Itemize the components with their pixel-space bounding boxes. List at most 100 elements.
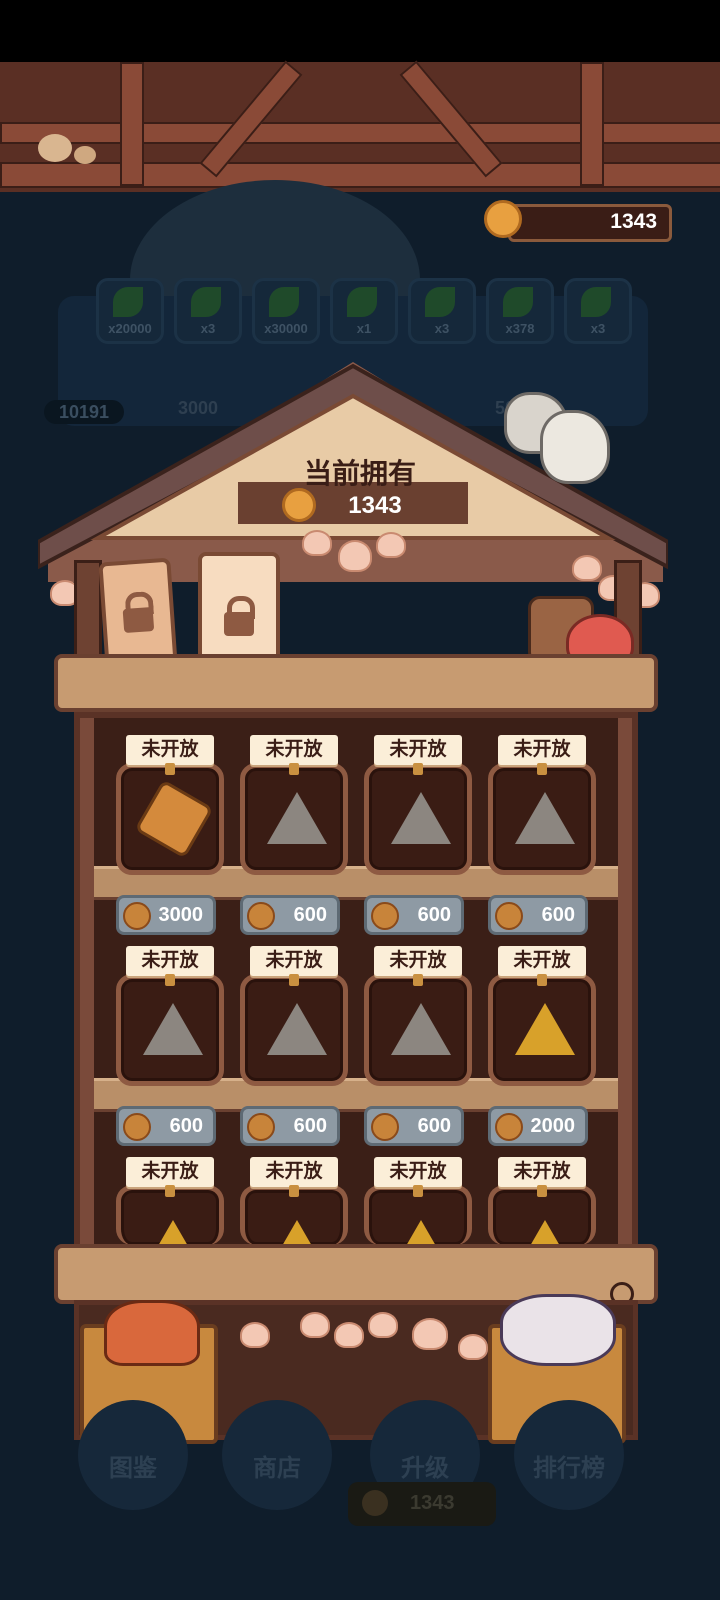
reward-amount: x378: [505, 321, 535, 336]
tag-pin: [413, 974, 423, 986]
shop-item-slot[interactable]: [116, 763, 224, 875]
shop-item-slot[interactable]: [488, 974, 596, 1086]
flower-stone-icon: [267, 1003, 327, 1055]
reward-slot: x3: [408, 278, 476, 344]
reward-slot: x30000: [252, 278, 320, 344]
fish-coin-icon: [371, 902, 399, 930]
tag-pin: [165, 1185, 175, 1197]
price-button[interactable]: 2000: [488, 1106, 588, 1146]
coin-balance-value: 1343: [610, 210, 657, 233]
shop-item-slot[interactable]: [240, 763, 348, 875]
tag-pin: [165, 974, 175, 986]
reward-amount: x3: [200, 321, 216, 336]
price-value: 600: [293, 1115, 327, 1137]
status-tag: 未开放: [498, 946, 586, 976]
fish-coin-icon: [362, 1490, 388, 1516]
leaf-stone-icon: [391, 792, 451, 844]
shell-decoration: [334, 1322, 364, 1348]
tag-pin: [537, 763, 547, 775]
shop-item-slot[interactable]: [240, 974, 348, 1086]
price-button[interactable]: 600: [364, 895, 464, 935]
nav-collection-button[interactable]: 图鉴: [78, 1400, 188, 1510]
tag-pin: [165, 763, 175, 775]
price-button[interactable]: 600: [116, 1106, 216, 1146]
starfish-gold-icon: [515, 1003, 575, 1055]
fish-coin-icon: [123, 902, 151, 930]
price-value: 600: [541, 904, 575, 926]
fish-icon: [500, 1294, 616, 1366]
fish-coin-icon: [247, 1113, 275, 1141]
nav-label: 图鉴: [109, 1455, 157, 1482]
status-tag: 未开放: [126, 735, 214, 765]
triangle-stone-icon: [267, 792, 327, 844]
bottom-coin-display: 1343: [348, 1482, 496, 1526]
leaf-icon: [503, 287, 533, 317]
fish-coin-icon: [247, 902, 275, 930]
status-tag: 未开放: [250, 1157, 338, 1187]
chick-icon: [38, 134, 72, 162]
price-value: 600: [417, 904, 451, 926]
top-shelf: [54, 654, 658, 712]
shell-decoration: [240, 1322, 270, 1348]
price-button[interactable]: 600: [240, 1106, 340, 1146]
reward-slot: x3: [564, 278, 632, 344]
tag-pin: [537, 974, 547, 986]
shop-item-slot[interactable]: [116, 974, 224, 1086]
shell-stone-icon: [391, 1003, 451, 1055]
status-tag: 未开放: [374, 735, 462, 765]
leaf-icon: [113, 287, 143, 317]
nav-shop-button[interactable]: 商店: [222, 1400, 332, 1510]
crab-stone-icon: [515, 792, 575, 844]
status-bar: [0, 0, 720, 62]
leaf-icon: [581, 287, 611, 317]
price-button[interactable]: 600: [240, 895, 340, 935]
price-value: 3000: [158, 904, 204, 926]
shop-title: 当前拥有: [303, 458, 416, 489]
status-tag: 未开放: [498, 735, 586, 765]
fish-coin-icon: [484, 200, 522, 238]
leaf-icon: [191, 287, 221, 317]
leaf-icon: [347, 287, 377, 317]
reward-amount: x3: [434, 321, 450, 336]
shop-item-slot[interactable]: [364, 763, 472, 875]
leaf-icon: [269, 287, 299, 317]
nav-label: 排行榜: [533, 1455, 605, 1482]
nav-label: 商店: [253, 1455, 301, 1482]
shell-decoration: [302, 530, 332, 556]
price-value: 600: [417, 1115, 451, 1137]
price-value: 600: [293, 904, 327, 926]
shell-decoration: [458, 1334, 488, 1360]
reward-amount: x30000: [264, 321, 308, 336]
tag-pin: [413, 763, 423, 775]
status-tag: 未开放: [374, 946, 462, 976]
price-button[interactable]: 3000: [116, 895, 216, 935]
swirl-stone-icon: [143, 1003, 203, 1055]
status-tag: 未开放: [126, 946, 214, 976]
shell-decoration: [338, 540, 372, 572]
fish-coin-icon: [495, 902, 523, 930]
reward-slot: x378: [486, 278, 554, 344]
price-button[interactable]: 600: [364, 1106, 464, 1146]
shell-decoration: [572, 555, 602, 581]
seagull-icon: [540, 410, 610, 484]
reward-amount: x1: [356, 321, 372, 336]
fish-coin-icon: [371, 1113, 399, 1141]
chick-icon: [74, 146, 96, 164]
reward-amount: x3: [590, 321, 606, 336]
tag-pin: [289, 763, 299, 775]
coin-balance-bar: 1343: [508, 204, 672, 242]
fish-coin-icon: [282, 488, 316, 522]
price-button[interactable]: 600: [488, 895, 588, 935]
shop-item-slot[interactable]: [364, 974, 472, 1086]
reward-amount: x20000: [108, 321, 152, 336]
status-tag: 未开放: [126, 1157, 214, 1187]
tag-pin: [289, 1185, 299, 1197]
reward-slot: x1: [330, 278, 398, 344]
shop-item-slot[interactable]: [488, 763, 596, 875]
shell-decoration: [376, 532, 406, 558]
nav-leaderboard-button[interactable]: 排行榜: [514, 1400, 624, 1510]
shell-decoration: [300, 1312, 330, 1338]
starfish-icon: [104, 1300, 200, 1366]
status-tag: 未开放: [374, 1157, 462, 1187]
reward-slot: x3: [174, 278, 242, 344]
